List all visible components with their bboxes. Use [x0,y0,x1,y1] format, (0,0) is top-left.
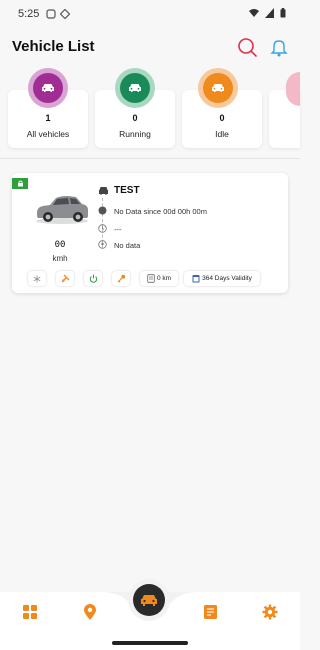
car-icon [212,84,224,92]
page-title: Vehicle List [12,38,95,55]
odometer-icon [147,274,155,283]
speed-value: 00 [54,240,66,250]
distance-chip[interactable]: 0 km [140,271,178,286]
vehicle-card[interactable]: 00 kmh TEST No Data since 00d 00h 00m --… [12,173,288,293]
nav-location[interactable] [80,602,100,622]
validity-chip[interactable]: 364 Days Validity [184,271,260,286]
vehicle-icon [141,595,157,606]
search-icon[interactable] [236,36,258,58]
status-bar: 5:25 [0,0,300,28]
status-time: 5:25 [18,8,40,20]
location-pin-icon [98,240,107,249]
stat-label-running: Running [119,129,151,139]
speed-unit: kmh [52,254,68,263]
nav-settings[interactable] [260,602,280,622]
location-text: No data [114,241,141,250]
fuel-icon [61,274,69,283]
bell-icon[interactable] [268,36,290,58]
ignition-chip[interactable] [84,271,102,286]
all-vehicles-badge [28,68,68,108]
vehicle-icon [99,187,108,195]
car-icon [42,84,54,92]
fuel-chip[interactable] [56,271,74,286]
signal-icon [265,8,274,18]
notification-icon [46,9,56,19]
divider [0,158,300,159]
status-dot-icon [98,206,107,215]
vehicle-name: TEST [114,185,140,196]
validity-text: 364 Days Validity [202,275,252,282]
location-icon [84,603,96,620]
stat-count-all: 1 [45,113,51,123]
settings-icon [262,604,278,620]
battery-icon [280,8,286,18]
car-icon [129,84,141,92]
car-image [36,196,88,224]
duration-text: --- [114,225,122,234]
calendar-icon [192,275,200,283]
clock-icon [98,224,107,233]
flag-icon [12,178,28,189]
key-chip[interactable] [112,271,130,286]
stat-count-idle: 0 [219,113,225,123]
report-icon [203,605,217,619]
status-text: No Data since 00d 00h 00m [114,207,207,216]
key-icon [117,274,125,283]
snowflake-icon [33,275,41,282]
vpn-icon [60,9,70,19]
stat-count-running: 0 [132,113,138,123]
idle-badge [198,68,238,108]
power-icon [89,274,97,283]
distance-text: 0 km [156,275,172,282]
dashboard-icon [23,605,37,619]
home-indicator[interactable] [112,641,188,645]
stat-label-all: All vehicles [26,129,70,139]
nav-dashboard[interactable] [20,602,40,622]
nav-vehicles[interactable] [133,584,165,616]
nav-reports[interactable] [200,602,220,622]
wifi-icon [249,9,259,17]
ac-chip[interactable] [28,271,46,286]
running-badge [115,68,155,108]
stat-label-idle: Idle [215,129,229,139]
